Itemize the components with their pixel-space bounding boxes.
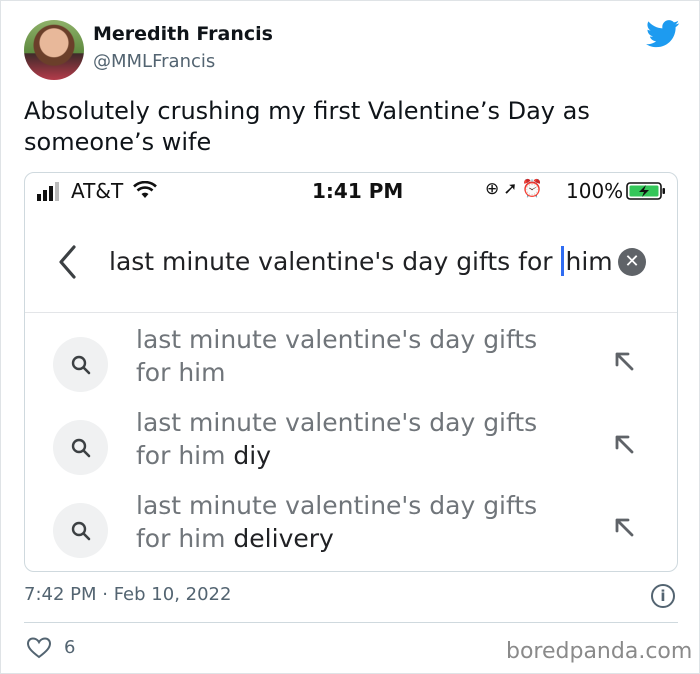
suggestion-text: last minute valentine's day gifts for hi… bbox=[136, 325, 538, 387]
text-cursor bbox=[561, 246, 565, 276]
search-icon bbox=[53, 420, 108, 475]
battery-charging-icon bbox=[626, 182, 665, 200]
attached-screenshot[interactable]: AT&T 1:41 PM ⊕➚⏰ 100% last minute valent… bbox=[24, 172, 678, 572]
heart-icon[interactable] bbox=[26, 636, 52, 660]
phone-clock: 1:41 PM bbox=[312, 179, 404, 203]
wifi-icon bbox=[133, 181, 157, 198]
search-query-tail: him bbox=[565, 247, 613, 276]
search-bar[interactable]: last minute valentine's day gifts for hi… bbox=[25, 233, 677, 291]
fill-query-arrow-icon[interactable] bbox=[612, 432, 636, 456]
carrier-label: AT&T bbox=[71, 179, 124, 203]
search-icon bbox=[53, 337, 108, 392]
clear-search-button[interactable]: ✕ bbox=[618, 248, 646, 276]
divider bbox=[25, 312, 677, 313]
search-input[interactable]: last minute valentine's day gifts for hi… bbox=[109, 246, 612, 276]
suggestion-text: last minute valentine's day gifts for hi… bbox=[136, 491, 538, 553]
suggestion-text: last minute valentine's day gifts for hi… bbox=[136, 408, 538, 470]
suggestion-item[interactable]: last minute valentine's day gifts for hi… bbox=[25, 406, 677, 486]
twitter-bird-icon[interactable] bbox=[646, 20, 680, 48]
phone-status-bar: AT&T 1:41 PM ⊕➚⏰ 100% bbox=[25, 173, 677, 209]
signal-bars-icon bbox=[37, 182, 59, 201]
like-count: 6 bbox=[64, 637, 76, 658]
info-icon[interactable]: i bbox=[651, 584, 675, 608]
battery-percent: 100% bbox=[566, 179, 624, 203]
suggestion-item[interactable]: last minute valentine's day gifts for hi… bbox=[25, 323, 677, 403]
author-handle[interactable]: @MMLFrancis bbox=[93, 51, 215, 72]
watermark: boredpanda.com bbox=[506, 639, 693, 664]
tweet-card: Meredith Francis @MMLFrancis Absolutely … bbox=[0, 0, 700, 674]
status-system-icons: ⊕➚⏰ bbox=[485, 179, 547, 199]
suggestion-item[interactable]: last minute valentine's day gifts for hi… bbox=[25, 489, 677, 569]
tweet-text: Absolutely crushing my first Valentine’s… bbox=[24, 97, 590, 156]
search-icon bbox=[53, 503, 108, 558]
divider bbox=[24, 622, 678, 623]
fill-query-arrow-icon[interactable] bbox=[612, 515, 636, 539]
avatar[interactable] bbox=[24, 20, 84, 80]
tweet-timestamp[interactable]: 7:42 PM · Feb 10, 2022 bbox=[24, 584, 231, 605]
back-arrow-icon[interactable] bbox=[55, 243, 79, 281]
author-name[interactable]: Meredith Francis bbox=[93, 23, 273, 45]
search-query-text: last minute valentine's day gifts for bbox=[109, 247, 561, 276]
fill-query-arrow-icon[interactable] bbox=[612, 349, 636, 373]
